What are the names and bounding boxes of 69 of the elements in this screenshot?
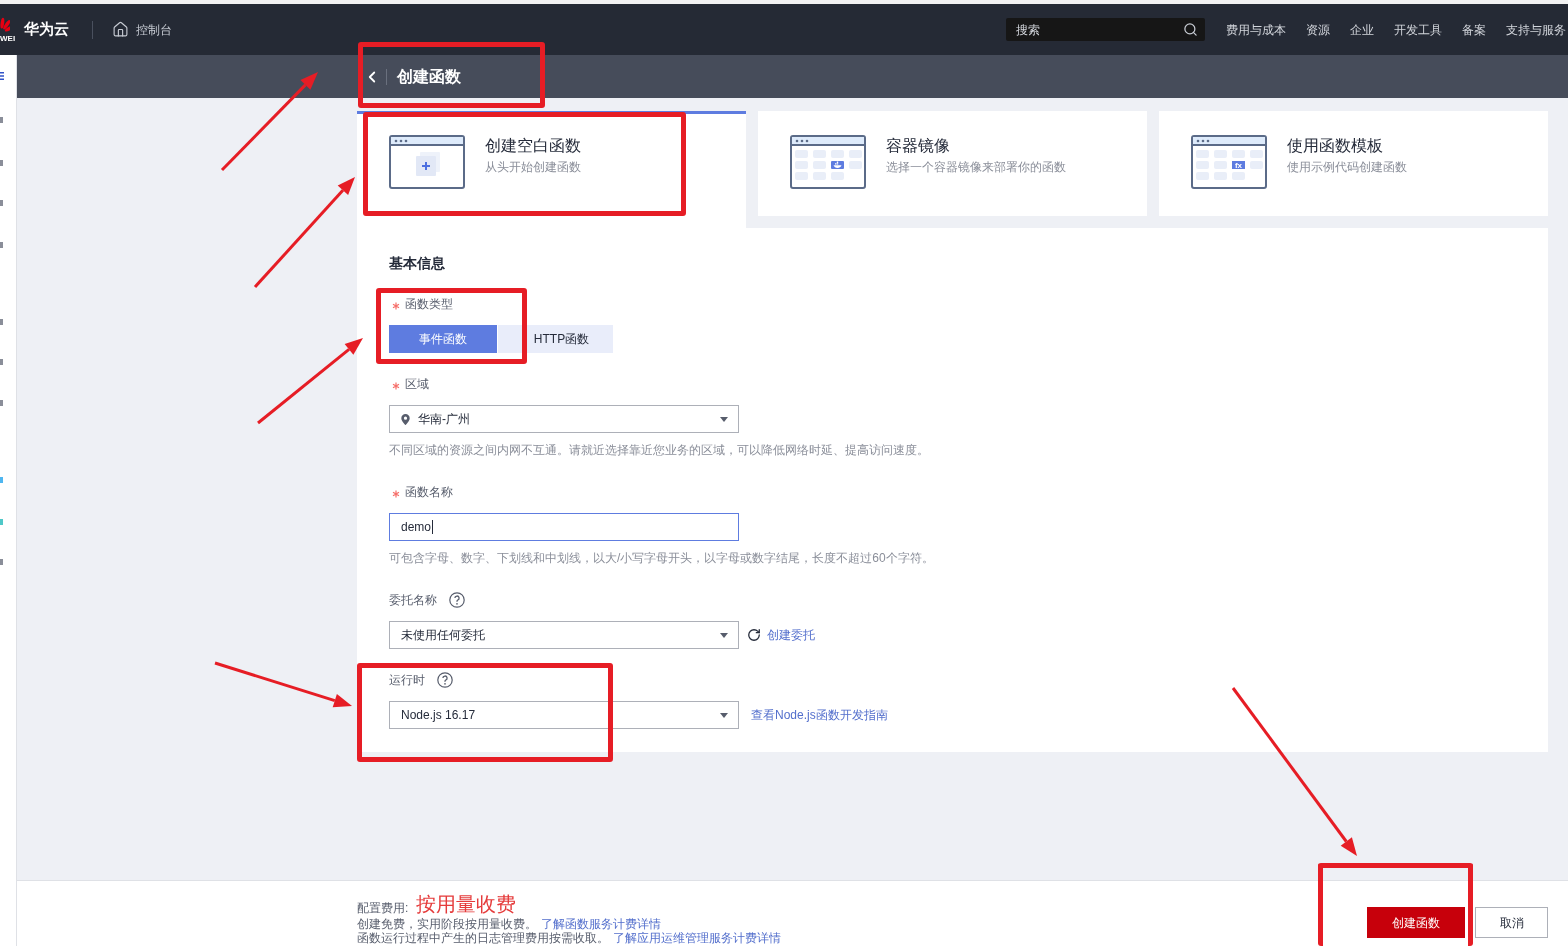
sidebar-icon[interactable] bbox=[0, 200, 3, 206]
sidebar-icon[interactable] bbox=[0, 242, 3, 248]
guide-link[interactable]: 查看Node.js函数开发指南 bbox=[751, 706, 888, 724]
region-select[interactable]: 华南-广州 bbox=[389, 405, 739, 433]
sidebar-icon[interactable] bbox=[0, 117, 3, 123]
home-icon[interactable] bbox=[112, 21, 129, 38]
search-field[interactable]: 搜索 bbox=[1006, 18, 1205, 41]
method-title: 使用函数模板 bbox=[1287, 136, 1384, 156]
function-type-tab[interactable]: 事件函数 bbox=[389, 325, 497, 353]
billing-link[interactable]: 了解应用运维管理服务计费详情 bbox=[613, 931, 781, 945]
field-label: 区域 bbox=[405, 376, 429, 393]
sidebar-icon[interactable] bbox=[0, 319, 3, 325]
nav-link[interactable]: 支持与服务 bbox=[1506, 20, 1566, 39]
dropdown-caret-icon bbox=[720, 632, 728, 638]
dropdown-select[interactable]: Node.js 16.17 bbox=[389, 701, 739, 729]
creation-method-card[interactable]: fx 使用函数模板 使用示例代码创建函数 bbox=[1159, 111, 1548, 216]
billing-note: 函数运行过程中产生的日志管理费用按需收取。 了解应用运维管理服务计费详情 bbox=[357, 931, 781, 945]
nav-link[interactable]: 企业 bbox=[1350, 20, 1374, 39]
help-icon[interactable] bbox=[449, 592, 465, 608]
fee-label: 配置费用: bbox=[357, 900, 409, 917]
nav-link[interactable]: 资源 bbox=[1306, 20, 1330, 39]
location-pin-icon bbox=[401, 413, 410, 425]
container-window-icon bbox=[790, 135, 866, 189]
field-label: 函数类型 bbox=[405, 296, 453, 313]
nav-link[interactable]: 开发工具 bbox=[1394, 20, 1442, 39]
logo-icon bbox=[0, 16, 10, 34]
sidebar-icon[interactable] bbox=[0, 400, 3, 406]
method-subtitle: 选择一个容器镜像来部署你的函数 bbox=[886, 159, 1066, 176]
sidebar-icon[interactable] bbox=[0, 160, 3, 166]
sidebar-icon[interactable] bbox=[0, 359, 3, 365]
field-label: 运行时 bbox=[389, 672, 425, 689]
brand-name[interactable]: 华为云 bbox=[24, 18, 69, 41]
text-cursor-icon bbox=[432, 520, 434, 534]
menu-icon[interactable] bbox=[0, 72, 4, 80]
dropdown-caret-icon bbox=[720, 712, 728, 718]
console-link[interactable]: 控制台 bbox=[136, 20, 172, 39]
refresh-icon[interactable] bbox=[747, 628, 761, 642]
page-title: 创建函数 bbox=[397, 66, 461, 87]
dropdown-select[interactable]: 未使用任何委托 bbox=[389, 621, 739, 649]
creation-method-card[interactable]: 容器镜像 选择一个容器镜像来部署你的函数 bbox=[758, 111, 1147, 216]
method-subtitle: 从头开始创建函数 bbox=[485, 159, 581, 176]
blank-window-icon bbox=[389, 135, 465, 189]
section-title: 基本信息 bbox=[389, 254, 446, 272]
billing-link[interactable]: 了解函数服务计费详情 bbox=[541, 917, 661, 931]
field-hint: 可包含字母、数字、下划线和中划线，以大/小写字母开头，以字母或数字结尾，长度不超过60个字符。 bbox=[389, 550, 935, 566]
sidebar-icon[interactable] bbox=[0, 559, 3, 565]
input-field[interactable]: demo bbox=[389, 513, 739, 541]
dropdown-caret-icon bbox=[720, 416, 728, 422]
method-subtitle: 使用示例代码创建函数 bbox=[1287, 159, 1407, 176]
nav-link[interactable]: 费用与成本 bbox=[1226, 20, 1286, 39]
search-icon[interactable] bbox=[1183, 22, 1198, 37]
create-function-button[interactable]: 创建函数 bbox=[1367, 907, 1465, 938]
nav-link[interactable]: 备案 bbox=[1462, 20, 1486, 39]
function-type-tab[interactable]: HTTP函数 bbox=[498, 325, 613, 353]
create-agency-link[interactable]: 创建委托 bbox=[767, 626, 815, 644]
method-title: 容器镜像 bbox=[886, 136, 951, 156]
method-title: 创建空白函数 bbox=[485, 136, 581, 156]
billing-note: 创建免费，实用阶段按用量收费。 了解函数服务计费详情 bbox=[357, 917, 662, 931]
field-hint: 不同区域的资源之间内网不互通。请就近选择靠近您业务的区域，可以降低网络时延、提高访问速度。 bbox=[389, 442, 930, 458]
template-window-icon: fx bbox=[1191, 135, 1267, 189]
cancel-button[interactable]: 取消 bbox=[1475, 907, 1548, 938]
help-icon[interactable] bbox=[437, 672, 453, 688]
fee-value: 按用量收费 bbox=[416, 892, 517, 917]
sidebar-icon[interactable] bbox=[0, 477, 3, 483]
sidebar-icon[interactable] bbox=[0, 519, 3, 525]
logo-text: WEI bbox=[0, 33, 16, 43]
creation-method-card[interactable]: 创建空白函数 从头开始创建函数 bbox=[357, 111, 746, 228]
field-label: 函数名称 bbox=[405, 484, 453, 501]
field-label: 委托名称 bbox=[389, 592, 437, 609]
